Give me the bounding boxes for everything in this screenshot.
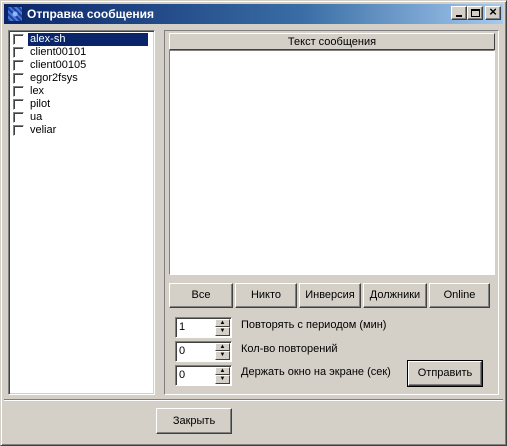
repeat-period-spinner[interactable]: 1 ▲ ▼ [175,317,232,338]
spin-down-icon[interactable]: ▼ [215,351,230,360]
repeat-period-arrows[interactable]: ▲ ▼ [215,319,230,336]
close-window-button[interactable]: × [485,4,501,20]
send-message-window: Отправка сообщения × alex-sh client00101… [0,0,507,446]
repeat-count-spinner[interactable]: 0 ▲ ▼ [175,341,232,362]
spin-down-icon[interactable]: ▼ [215,375,230,384]
client-checkbox[interactable] [13,86,24,97]
client-name: pilot [30,98,51,110]
client-item[interactable]: client00105 [11,59,152,72]
client-name: lex [30,85,45,97]
client-name: alex-sh [27,32,149,47]
client-item[interactable]: lex [11,85,152,98]
repeat-count-value[interactable]: 0 [179,345,185,357]
spin-up-icon[interactable]: ▲ [215,319,230,327]
maximize-button[interactable] [467,6,483,20]
client-name: client00105 [30,59,87,71]
window-title: Отправка сообщения [27,7,155,21]
invert-selection-button[interactable]: Инверсия [299,283,361,308]
repeat-period-value[interactable]: 1 [179,321,185,333]
maximize-icon [471,9,480,17]
client-list[interactable]: alex-sh client00101 client00105 egor2fsy… [8,30,155,395]
minimize-button[interactable] [451,6,467,20]
title-bar[interactable]: Отправка сообщения × [4,4,503,24]
select-debtors-button[interactable]: Должники [363,283,427,308]
message-panel: Текст сообщения Все Никто Инверсия Должн… [164,30,499,395]
client-item[interactable]: pilot [11,98,152,111]
repeat-period-label: Повторять с периодом (мин) [241,319,387,331]
client-name: egor2fsys [30,72,78,84]
message-text-area[interactable] [169,50,495,275]
close-icon: × [489,4,497,19]
spin-down-icon[interactable]: ▼ [215,327,230,336]
client-checkbox[interactable] [13,125,24,136]
repeat-count-label: Кол-во повторений [241,343,338,355]
client-checkbox[interactable] [13,112,24,123]
message-header: Текст сообщения [169,33,495,50]
spin-up-icon[interactable]: ▲ [215,367,230,375]
spin-up-icon[interactable]: ▲ [215,343,230,351]
send-button[interactable]: Отправить [407,360,483,387]
minimize-icon [456,15,462,17]
bottom-divider [4,399,503,401]
app-icon[interactable] [7,6,23,22]
client-name: client00101 [30,46,87,58]
client-item[interactable]: egor2fsys [11,72,152,85]
select-none-button[interactable]: Никто [235,283,297,308]
keep-on-screen-arrows[interactable]: ▲ ▼ [215,367,230,384]
client-name: ua [30,111,43,123]
client-checkbox[interactable] [13,60,24,71]
client-checkbox[interactable] [13,47,24,58]
client-item[interactable]: alex-sh [11,32,152,47]
close-button[interactable]: Закрыть [156,408,232,434]
keep-on-screen-value[interactable]: 0 [179,369,185,381]
client-item[interactable]: client00101 [11,46,152,59]
keep-on-screen-label: Держать окно на экране (сек) [241,366,391,378]
client-item[interactable]: ua [11,111,152,124]
client-checkbox[interactable] [13,99,24,110]
repeat-count-arrows[interactable]: ▲ ▼ [215,343,230,360]
select-all-button[interactable]: Все [169,283,233,308]
client-checkbox[interactable] [13,73,24,84]
select-online-button[interactable]: Online [429,283,490,308]
client-item[interactable]: veliar [11,124,152,137]
client-name: veliar [30,124,57,136]
client-checkbox[interactable] [13,34,24,45]
keep-on-screen-spinner[interactable]: 0 ▲ ▼ [175,365,232,386]
